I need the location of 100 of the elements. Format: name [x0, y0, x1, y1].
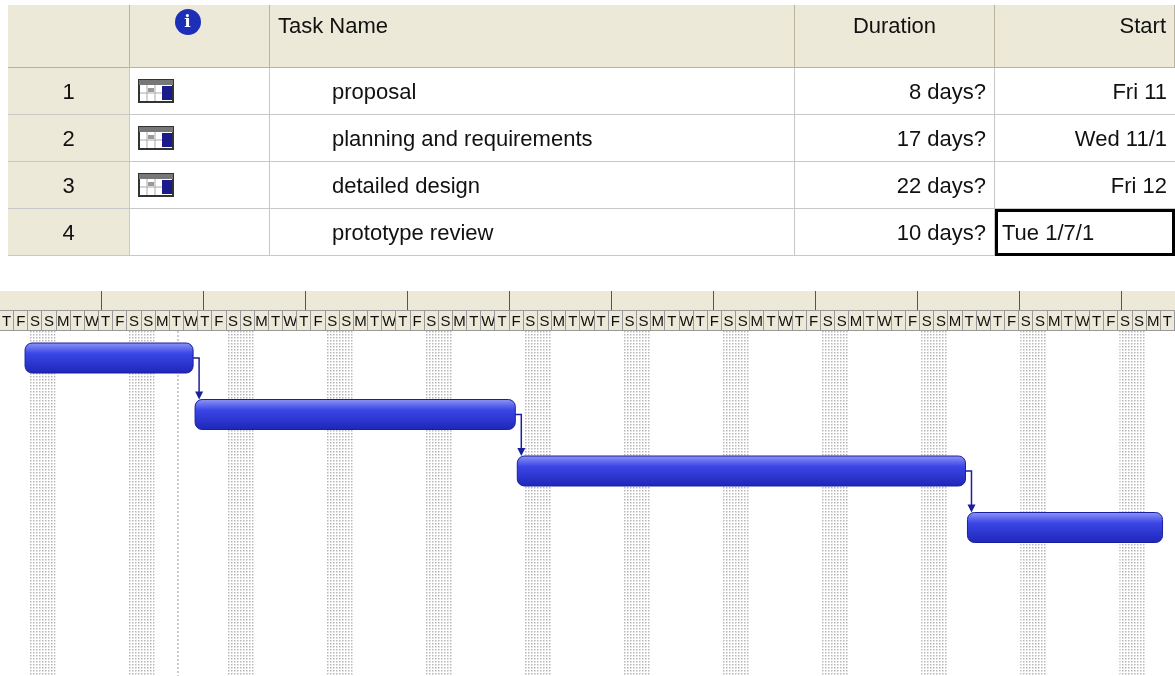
- table-cell-text: prototype review: [332, 218, 494, 247]
- row-number[interactable]: 4: [8, 209, 130, 256]
- table-cell-text: 17 days?: [896, 124, 986, 153]
- day-label: T: [70, 310, 85, 330]
- day-label: T: [594, 310, 609, 330]
- day-label: M: [552, 310, 567, 330]
- day-label: T: [665, 310, 680, 330]
- day-label: S: [424, 310, 439, 330]
- day-label: T: [962, 310, 977, 330]
- day-label: W: [84, 310, 100, 330]
- day-label: T: [863, 310, 878, 330]
- table-cell: Fri 12: [995, 162, 1175, 209]
- day-label: S: [141, 310, 156, 330]
- day-label: S: [821, 310, 836, 330]
- day-label: M: [353, 310, 369, 330]
- row-number[interactable]: 3: [8, 162, 130, 209]
- day-label: S: [1118, 310, 1133, 330]
- day-label: M: [1047, 310, 1062, 330]
- day-label: W: [877, 310, 892, 330]
- day-label: T: [566, 310, 581, 330]
- day-label: S: [934, 310, 949, 330]
- day-label: S: [339, 310, 354, 330]
- row-number[interactable]: 2: [8, 115, 130, 162]
- day-label: T: [891, 310, 906, 330]
- gantt-bar[interactable]: [966, 511, 1164, 543]
- day-label: F: [1005, 310, 1020, 330]
- day-label: S: [721, 310, 737, 330]
- day-label: F: [311, 310, 326, 330]
- link-arrow: [514, 413, 526, 456]
- table-cell-text: planning and requirements: [332, 124, 593, 153]
- day-label: W: [481, 310, 496, 330]
- day-label: W: [382, 310, 397, 330]
- day-label: W: [1075, 310, 1091, 330]
- day-label: S: [28, 310, 43, 330]
- day-label: M: [254, 310, 269, 330]
- day-label: T: [368, 310, 383, 330]
- day-label: F: [1104, 310, 1119, 330]
- day-label: F: [410, 310, 425, 330]
- day-label: T: [467, 310, 482, 330]
- day-label: W: [679, 310, 694, 330]
- gantt-bar[interactable]: [194, 398, 516, 430]
- day-label: W: [184, 310, 199, 330]
- day-label: M: [948, 310, 963, 330]
- day-label: T: [792, 310, 807, 330]
- day-label: F: [113, 310, 128, 330]
- day-label: T: [198, 310, 213, 330]
- day-label: W: [976, 310, 991, 330]
- day-label: T: [990, 310, 1006, 330]
- table-cell: Tue 1/7/1: [995, 209, 1175, 256]
- table-cell-text: 10 days?: [896, 218, 986, 247]
- day-label: F: [806, 310, 822, 330]
- link-arrow: [964, 470, 976, 513]
- day-label: T: [268, 310, 284, 330]
- day-label: S: [835, 310, 850, 330]
- table-calendar-icon: [138, 79, 174, 103]
- row-number[interactable]: 1: [8, 68, 130, 115]
- day-label: S: [637, 310, 652, 330]
- day-label: W: [778, 310, 793, 330]
- day-label: S: [537, 310, 553, 330]
- table-cell-text: 8 days?: [908, 77, 986, 106]
- day-label: F: [14, 310, 29, 330]
- day-label: F: [707, 310, 722, 330]
- table-cell: Wed 11/1: [995, 115, 1175, 162]
- day-label: S: [622, 310, 638, 330]
- table-calendar-icon: [138, 126, 174, 150]
- day-label: F: [212, 310, 227, 330]
- day-label: S: [42, 310, 57, 330]
- day-label: M: [155, 310, 170, 330]
- table-calendar-icon: [138, 173, 174, 197]
- day-label: M: [651, 310, 666, 330]
- day-label: S: [127, 310, 142, 330]
- day-label: S: [523, 310, 538, 330]
- day-label: T: [0, 310, 15, 330]
- day-label: S: [920, 310, 935, 330]
- link-arrow: [192, 357, 204, 400]
- day-label: M: [56, 310, 71, 330]
- day-label: T: [764, 310, 779, 330]
- day-label: W: [283, 310, 298, 330]
- day-label: F: [608, 310, 623, 330]
- day-label: T: [99, 310, 114, 330]
- day-label: S: [438, 310, 453, 330]
- day-label: S: [1132, 310, 1147, 330]
- day-label: T: [495, 310, 510, 330]
- day-label: T: [1090, 310, 1105, 330]
- table-cell-text: 22 days?: [896, 171, 986, 200]
- day-label: T: [169, 310, 185, 330]
- table-cell: Fri 11: [995, 68, 1175, 115]
- table-cell-text: detailed design: [332, 171, 480, 200]
- day-label: T: [396, 310, 411, 330]
- day-label: F: [906, 310, 921, 330]
- day-label: S: [736, 310, 751, 330]
- info-icon: i: [174, 9, 201, 35]
- day-label: S: [240, 310, 255, 330]
- day-label: S: [1033, 310, 1048, 330]
- day-label: S: [325, 310, 340, 330]
- day-label: S: [1019, 310, 1034, 330]
- day-label: M: [453, 310, 468, 330]
- day-label: F: [509, 310, 524, 330]
- day-label: M: [849, 310, 864, 330]
- column-header[interactable]: Task Name: [278, 9, 389, 67]
